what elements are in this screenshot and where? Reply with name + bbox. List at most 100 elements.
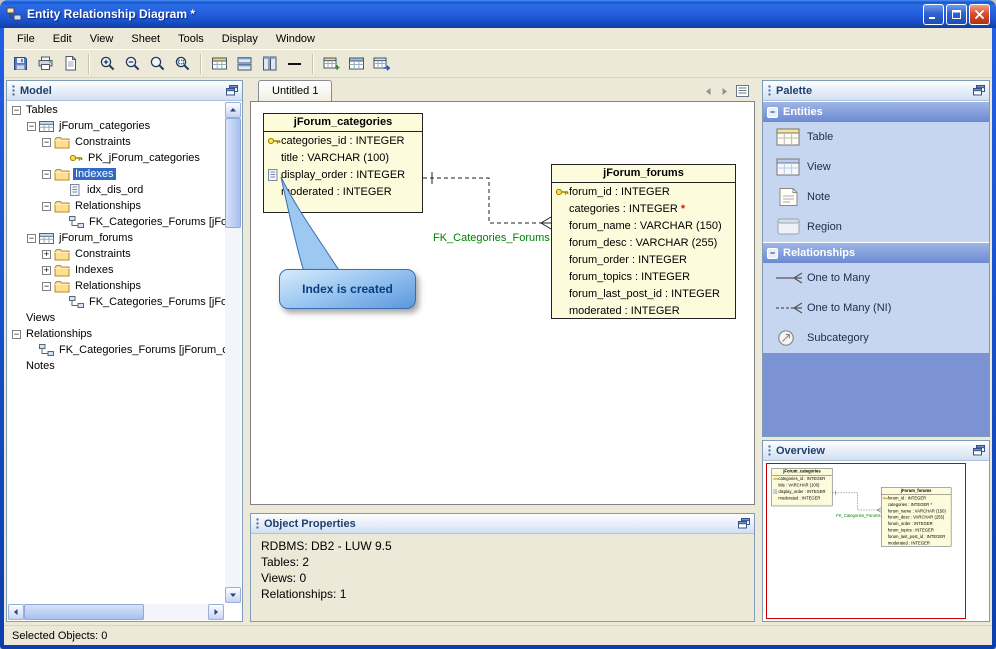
tree-item-constraints[interactable]: + Constraints [8,246,225,262]
entity-column[interactable]: display_order : INTEGER [264,166,422,183]
tree-vertical-scrollbar[interactable] [225,102,241,603]
tree-item-fk-categories-forums-jforum-ca[interactable]: FK_Categories_Forums [jForum_ca... [8,342,225,358]
entity-jforum-categories[interactable]: jForum_categories categories_id : INTEGER… [771,468,833,507]
palette-item-table[interactable]: Table [763,122,989,152]
collapse-icon[interactable]: − [12,329,21,339]
scroll-left-button[interactable] [8,604,24,620]
collapse-icon[interactable]: − [42,201,51,211]
float-panel-icon[interactable] [973,445,985,456]
tree-item-indexes[interactable]: + Indexes [8,262,225,278]
entity-column[interactable]: forum_last_post_id : INTEGER [552,285,735,302]
index-created-callout[interactable]: Index is created [279,269,416,309]
collapse-icon[interactable]: − [42,169,51,179]
entity-column[interactable]: moderated : INTEGER [772,495,832,501]
tree-item-constraints[interactable]: − Constraints [8,134,225,150]
palette-item-subcategory[interactable]: Subcategory [763,323,989,353]
entity-column[interactable]: display_order : INTEGER [772,488,832,494]
vertical-scroll-thumb[interactable] [225,118,241,228]
fk-relationship-label[interactable]: FK_Categories_Forums [433,232,550,244]
collapse-icon[interactable]: − [767,106,778,118]
table-new-button[interactable] [319,52,343,76]
tree-item-notes[interactable]: Notes [8,358,225,374]
menu-window[interactable]: Window [267,30,324,48]
table-columns-button[interactable] [344,52,368,76]
float-panel-icon[interactable] [226,85,238,96]
diagram-canvas[interactable]: jForum_categories categories_id : INTEGER… [250,101,755,505]
horizontal-scroll-thumb[interactable] [24,604,144,620]
menu-display[interactable]: Display [213,30,267,48]
tree-item-relationships[interactable]: − Relationships [8,326,225,342]
fk-relationship-label[interactable]: FK_Categories_Forums [836,513,880,518]
float-panel-icon[interactable] [738,518,750,529]
tree-item-tables[interactable]: − Tables [8,102,225,118]
palette-section-entities[interactable]: − Entities [763,101,989,122]
zoom-out-button[interactable] [120,52,144,76]
table-export-button[interactable] [369,52,393,76]
entity-column[interactable]: moderated : INTEGER [552,302,735,319]
entity-column[interactable]: forum_name : VARCHAR (150) [881,508,951,514]
tab-next-icon[interactable] [720,87,729,99]
palette-item-one-to-many-ni[interactable]: One to Many (NI) [763,293,989,323]
table-grid-button[interactable] [207,52,231,76]
tree-item-jforum-categories[interactable]: − jForum_categories [8,118,225,134]
collapse-icon[interactable]: − [42,281,51,291]
hline-button[interactable] [282,52,306,76]
entity-column[interactable]: title : VARCHAR (100) [264,149,422,166]
entity-column[interactable]: moderated : INTEGER [881,540,951,546]
tree-item-relationships[interactable]: − Relationships [8,278,225,294]
tile-vertical-button[interactable] [257,52,281,76]
collapse-icon[interactable]: − [27,121,36,131]
float-panel-icon[interactable] [973,85,985,96]
tree-item-pk-jforum-categories[interactable]: PK_jForum_categories [8,150,225,166]
palette-item-region[interactable]: Region [763,212,989,242]
zoom-button[interactable] [145,52,169,76]
close-button[interactable] [969,3,990,25]
entity-column[interactable]: forum_last_post_id : INTEGER [881,534,951,540]
entity-jforum-forums[interactable]: jForum_forums forum_id : INTEGER categorie… [551,164,736,319]
overview-viewport[interactable]: jForum_categories categories_id : INTEGER… [766,463,966,619]
entity-column[interactable]: forum_name : VARCHAR (150) [552,217,735,234]
tree-item-fk-categories-forums-jfo[interactable]: FK_Categories_Forums [jFo [8,214,225,230]
entity-column[interactable]: categories : INTEGER * [552,200,735,217]
menu-file[interactable]: File [8,30,44,48]
entity-jforum-categories[interactable]: jForum_categories categories_id : INTEGER… [263,113,423,213]
tile-horizontal-button[interactable] [232,52,256,76]
print-button[interactable] [33,52,57,76]
entity-column[interactable]: categories_id : INTEGER [772,475,832,481]
zoom-in-button[interactable] [95,52,119,76]
tab-prev-icon[interactable] [704,87,713,99]
entity-column[interactable]: forum_desc : VARCHAR (255) [552,234,735,251]
entity-column[interactable]: forum_order : INTEGER [552,251,735,268]
palette-item-view[interactable]: View [763,152,989,182]
entity-jforum-forums[interactable]: jForum_forums forum_id : INTEGER categorie… [881,487,952,547]
tree-item-idx-dis-ord[interactable]: idx_dis_ord [8,182,225,198]
titlebar[interactable]: Entity Relationship Diagram * [0,0,996,28]
expand-icon[interactable]: + [42,265,51,275]
palette-item-note[interactable]: Note [763,182,989,212]
scroll-right-button[interactable] [208,604,224,620]
collapse-icon[interactable]: − [767,247,778,259]
entity-column[interactable]: categories_id : INTEGER [264,132,422,149]
menu-sheet[interactable]: Sheet [122,30,169,48]
collapse-icon[interactable]: − [12,105,21,115]
palette-section-relationships[interactable]: − Relationships [763,242,989,263]
maximize-button[interactable] [946,3,967,25]
entity-column[interactable]: forum_topics : INTEGER [552,268,735,285]
entity-column[interactable]: forum_id : INTEGER [552,183,735,200]
page-button[interactable] [58,52,82,76]
collapse-icon[interactable]: − [27,233,36,243]
tab-list-icon[interactable] [736,85,749,100]
collapse-icon[interactable]: − [42,137,51,147]
palette-item-one-to-many[interactable]: One to Many [763,263,989,293]
scroll-up-button[interactable] [225,102,241,118]
menu-view[interactable]: View [81,30,123,48]
menu-edit[interactable]: Edit [44,30,81,48]
tree-item-indexes[interactable]: − Indexes [8,166,225,182]
scroll-down-button[interactable] [225,587,241,603]
entity-column[interactable]: moderated : INTEGER [264,183,422,200]
zoom-area-button[interactable] [170,52,194,76]
tree-item-relationships[interactable]: − Relationships [8,198,225,214]
tree-item-jforum-forums[interactable]: − jForum_forums [8,230,225,246]
minimize-button[interactable] [923,3,944,25]
entity-column[interactable]: forum_desc : VARCHAR (255) [881,514,951,520]
